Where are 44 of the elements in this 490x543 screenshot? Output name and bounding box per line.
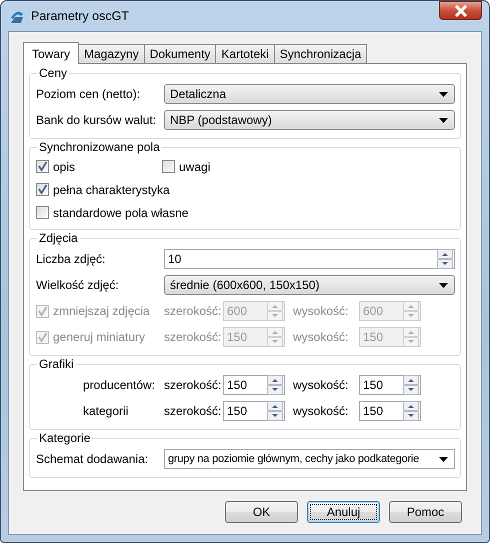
dropdown[interactable]: grupy na poziomie głównym, cechy jako podkategorie [164,449,455,469]
group-title: Grafiki [38,357,75,371]
field-label: Wielkość zdjęć: [36,278,120,292]
field-label: szerokość: [164,404,222,418]
dropdown[interactable]: NBP (podstawowy) [164,110,455,130]
dialog-button[interactable]: Anuluj [307,501,380,523]
dropdown[interactable]: Detaliczna [164,84,455,104]
field-label: wysokość: [293,404,350,418]
tab[interactable]: Kartoteki [215,44,275,63]
group-title: Synchronizowane pola [38,140,161,154]
group-title: Kategorie [38,431,92,445]
checkbox-label: standardowe pola własne [53,206,188,220]
dialog-button[interactable]: Pomoc [389,501,462,523]
field-label: wysokość: [293,378,350,392]
number-field[interactable]: 150 [359,375,421,395]
dialog-button[interactable]: OK [225,501,298,523]
checkbox-label: zmniejszaj zdjęcia [53,304,150,318]
tab[interactable]: Magazyny [78,44,145,63]
field-label: szerokość: [164,304,222,318]
field-label: Liczba zdjęć: [36,252,106,266]
field-label: szerokość: [164,330,222,344]
dropdown[interactable]: średnie (600x600, 150x150) [164,275,455,295]
tab[interactable]: Synchronizacja [274,44,368,63]
checkbox-label: opis [53,160,76,174]
field-label: kategorii [82,404,130,418]
number-field[interactable]: 150 [223,401,285,421]
field-label: producentów: [82,378,156,392]
number-field[interactable]: 150 [223,375,285,395]
group-title: Zdjęcia [38,231,79,245]
window-title: Parametry oscGT [31,9,130,23]
group-title: Ceny [38,66,68,80]
checkbox-label: pełna charakterystyka [53,182,170,196]
field-label: Schemat dodawania: [36,452,150,466]
field-label: Bank do kursów walut: [36,113,158,127]
tab[interactable]: Dokumenty [144,44,216,63]
number-field[interactable]: 10 [164,249,455,269]
checkbox-label: uwagi [179,160,210,174]
number-field[interactable]: 150 [359,401,421,421]
field-label: szerokość: [164,378,222,392]
tab[interactable]: Towary [23,42,80,64]
field-label: wysokość: [293,304,350,318]
checkbox-label: generuj miniatury [53,330,146,344]
field-label: Poziom cen (netto): [36,87,142,101]
field-label: wysokość: [293,330,350,344]
